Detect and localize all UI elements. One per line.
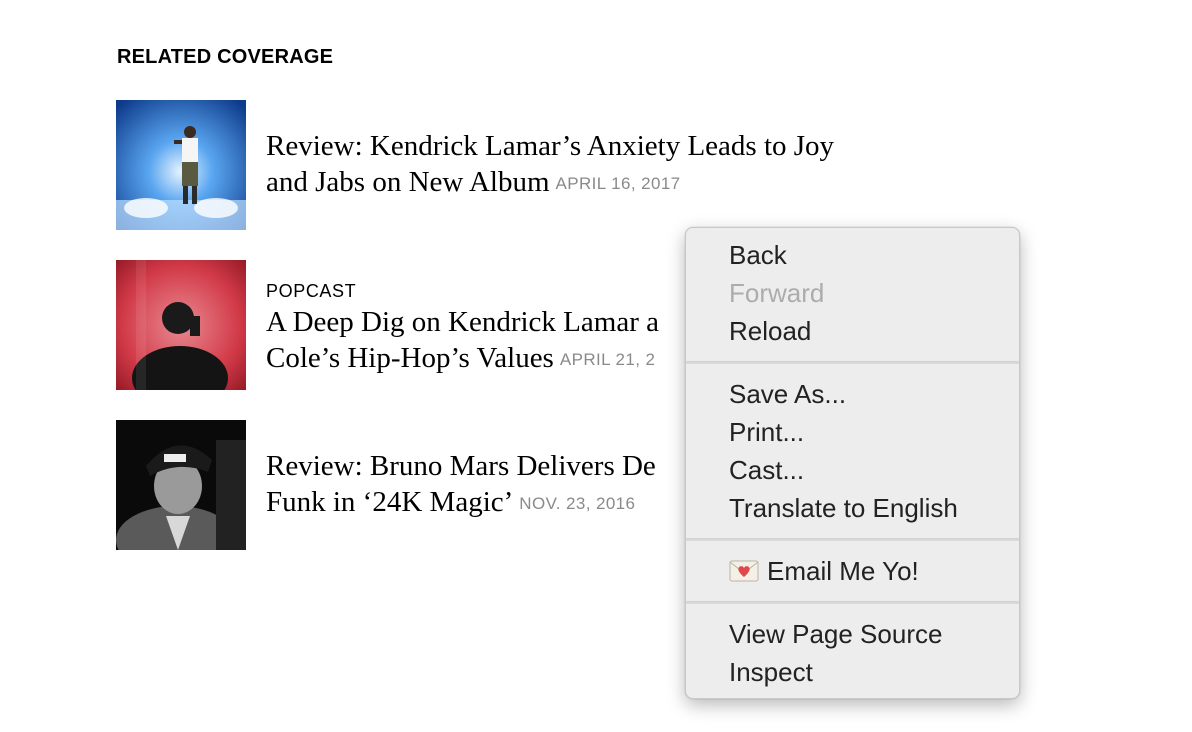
menu-item-translate[interactable]: Translate to English — [686, 489, 1019, 527]
menu-item-inspect[interactable]: Inspect — [686, 653, 1019, 691]
menu-separator — [686, 361, 1019, 364]
context-menu: Back Forward Reload Save As... Print... … — [685, 227, 1020, 699]
menu-item-print[interactable]: Print... — [686, 413, 1019, 451]
menu-item-cast[interactable]: Cast... — [686, 451, 1019, 489]
menu-item-forward: Forward — [729, 278, 825, 308]
story-thumbnail[interactable] — [116, 260, 246, 390]
story-thumbnail[interactable] — [116, 100, 246, 230]
story-thumbnail[interactable] — [116, 420, 246, 550]
story-date: APRIL 16, 2017 — [555, 174, 681, 193]
menu-item-back[interactable]: Back — [686, 236, 1019, 274]
menu-separator — [686, 601, 1019, 604]
menu-item-label: Email Me Yo! — [767, 556, 919, 586]
story-headline[interactable]: Review: Kendrick Lamar’s Anxiety Leads t… — [266, 128, 836, 202]
love-letter-icon — [729, 554, 759, 582]
menu-separator — [686, 538, 1019, 541]
menu-item-reload[interactable]: Reload — [686, 312, 1019, 350]
related-story[interactable]: Review: Kendrick Lamar’s Anxiety Leads t… — [116, 100, 836, 230]
story-date: NOV. 23, 2016 — [519, 494, 636, 513]
section-title: RELATED COVERAGE — [117, 46, 334, 68]
menu-item-email-me[interactable]: Email Me Yo! — [686, 552, 1019, 590]
menu-item-view-source[interactable]: View Page Source — [686, 615, 1019, 653]
story-date: APRIL 21, 2 — [559, 350, 656, 369]
menu-item-save-as[interactable]: Save As... — [686, 375, 1019, 413]
